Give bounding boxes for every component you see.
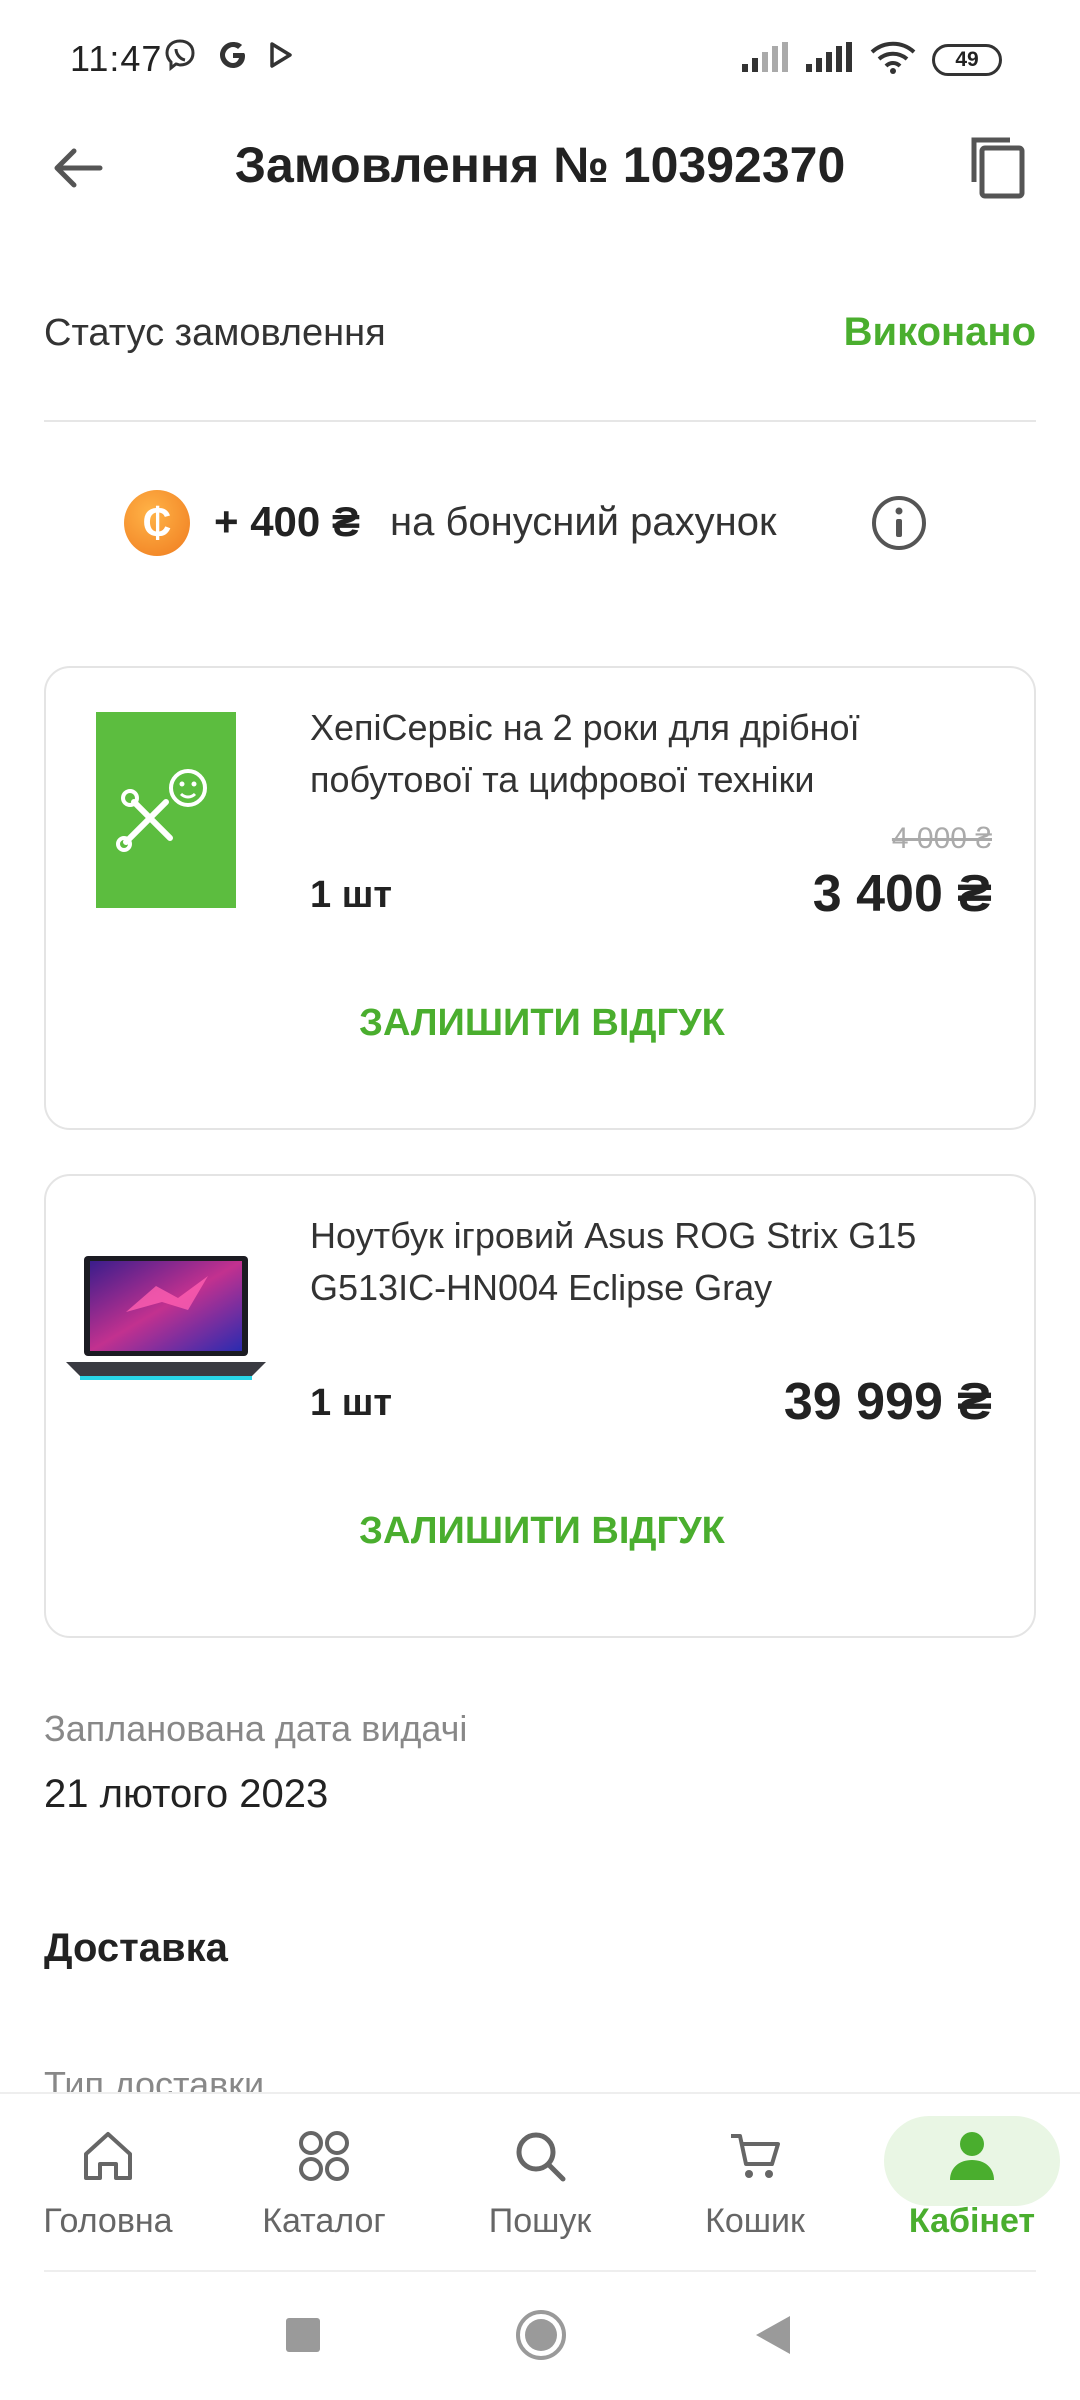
divider [44,420,1036,422]
product-image [96,712,236,908]
wifi-icon [870,40,916,79]
nav-label: Кошик [705,2202,805,2240]
battery-indicator: 49 [932,43,1002,76]
system-indicators: 49 [742,40,1002,79]
notification-icons [163,38,293,77]
nav-home[interactable]: Головна [8,2114,208,2254]
copy-icon [971,137,1025,199]
status-bar: 11:47 49 [0,0,1080,118]
product-price: 39 999 ₴ [783,1373,992,1431]
delivery-date-label: Запланована дата видачі [44,1708,468,1749]
nav-catalog[interactable]: Каталог [224,2114,424,2254]
viber-icon [163,38,197,77]
catalog-icon [299,2131,349,2181]
recent-apps-button[interactable] [286,2318,320,2352]
play-icon [269,42,293,73]
nav-label: Каталог [262,2202,386,2240]
nav-search[interactable]: Пошук [440,2114,640,2254]
delivery-section-title: Доставка [44,1926,228,1970]
profile-icon [950,2132,994,2180]
laptop-image [66,1256,266,1380]
nav-label: Кабінет [908,2202,1036,2240]
product-name[interactable]: ХепіСервіс на 2 роки для дрібної побутов… [310,702,1000,806]
product-card[interactable]: ХепіСервіс на 2 роки для дрібної побутов… [44,666,1036,1130]
product-name[interactable]: Ноутбук ігровий Asus ROG Strix G15 G513I… [310,1210,1000,1314]
nav-label: Пошук [488,2202,592,2240]
nav-label: Головна [43,2202,173,2240]
signal-icon [806,42,854,77]
info-icon[interactable] [870,494,928,552]
copy-button[interactable] [966,132,1032,202]
nav-profile[interactable]: Кабінет [872,2114,1072,2254]
service-wrench-icon [96,712,236,908]
app-header: Замовлення № 10392370 [0,118,1080,218]
home-icon [84,2132,132,2180]
google-icon [217,39,249,76]
product-quantity: 1 шт [310,1382,392,1424]
page-title: Замовлення № 10392370 [234,137,846,193]
coin-icon: ₵ [124,490,190,556]
order-status-row: Статус замовлення Виконано [44,300,1036,370]
product-card[interactable]: Ноутбук ігровий Asus ROG Strix G15 G513I… [44,1174,1036,1638]
order-status-value: Виконано [843,310,1036,354]
order-status-label: Статус замовлення [44,312,386,354]
cart-icon [731,2134,780,2178]
bottom-navigation: Головна Каталог Пошук Кошик Кабінет [0,2092,1080,2270]
signal-icon [742,42,790,77]
product-quantity: 1 шт [310,874,392,916]
product-price: 3 400 ₴ [812,865,992,923]
leave-review-button[interactable]: ЗАЛИШИТИ ВІДГУК [46,1486,1038,1576]
status-time: 11:47 [70,38,163,79]
triangle-back-icon [756,2316,790,2354]
home-circle-icon [516,2310,566,2360]
leave-review-button[interactable]: ЗАЛИШИТИ ВІДГУК [46,978,1038,1068]
nav-cart[interactable]: Кошик [655,2114,855,2254]
bonus-text: на бонусний рахунок [390,500,777,544]
search-icon [516,2132,566,2182]
system-back-button[interactable] [750,2312,794,2358]
product-image [66,1252,266,1392]
bonus-amount: + 400 ₴ [214,498,360,545]
system-navigation-bar [0,2272,1080,2400]
delivery-date-value: 21 лютого 2023 [44,1772,329,1816]
bonus-row: ₵ + 400 ₴ на бонусний рахунок [0,480,1080,560]
product-old-price: 4 000 ₴ [891,822,992,855]
home-button[interactable] [514,2308,568,2362]
